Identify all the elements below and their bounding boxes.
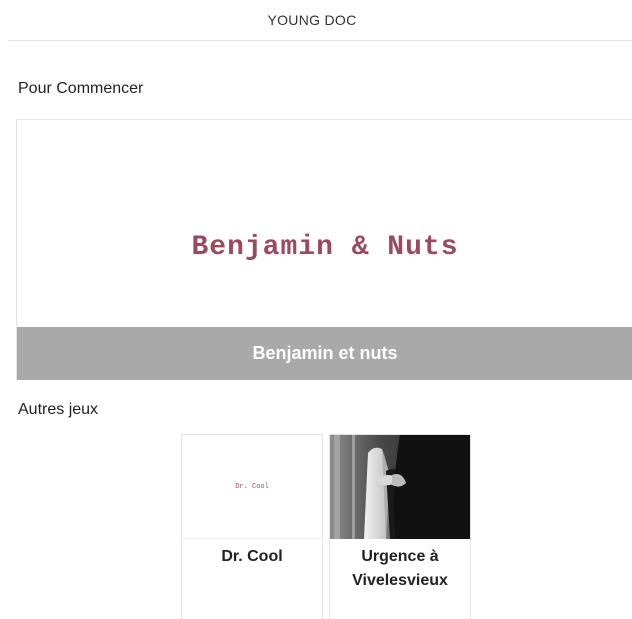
thumbnail-logo-text: Dr. Cool xyxy=(235,482,269,491)
section-title-start: Pour Commencer xyxy=(18,80,144,97)
game-title: Dr. Cool xyxy=(221,548,283,565)
doctor-photo-icon xyxy=(330,435,470,539)
app-header: YOUNG DOC xyxy=(8,0,632,41)
section-title-others: Autres jeux xyxy=(18,401,99,418)
game-card-dr-cool[interactable]: Dr. Cool Dr. Cool xyxy=(181,434,323,619)
game-card-urgence[interactable]: Urgence à Vivelesvieux xyxy=(329,434,471,619)
game-thumbnail-urgence xyxy=(330,435,470,539)
app-title: YOUNG DOC xyxy=(267,12,357,28)
featured-logo-text: Benjamin & Nuts xyxy=(191,232,459,263)
featured-game-card[interactable]: Benjamin & Nuts Benjamin et nuts xyxy=(16,119,632,380)
featured-game-logo: Benjamin & Nuts xyxy=(17,120,632,327)
game-thumbnail-dr-cool: Dr. Cool xyxy=(182,435,322,539)
featured-game-caption: Benjamin et nuts xyxy=(17,327,632,380)
game-title: Urgence à Vivelesvieux xyxy=(352,548,448,589)
featured-caption-text: Benjamin et nuts xyxy=(252,343,398,363)
page: YOUNG DOC Pour Commencer Benjamin & Nuts… xyxy=(0,0,632,619)
